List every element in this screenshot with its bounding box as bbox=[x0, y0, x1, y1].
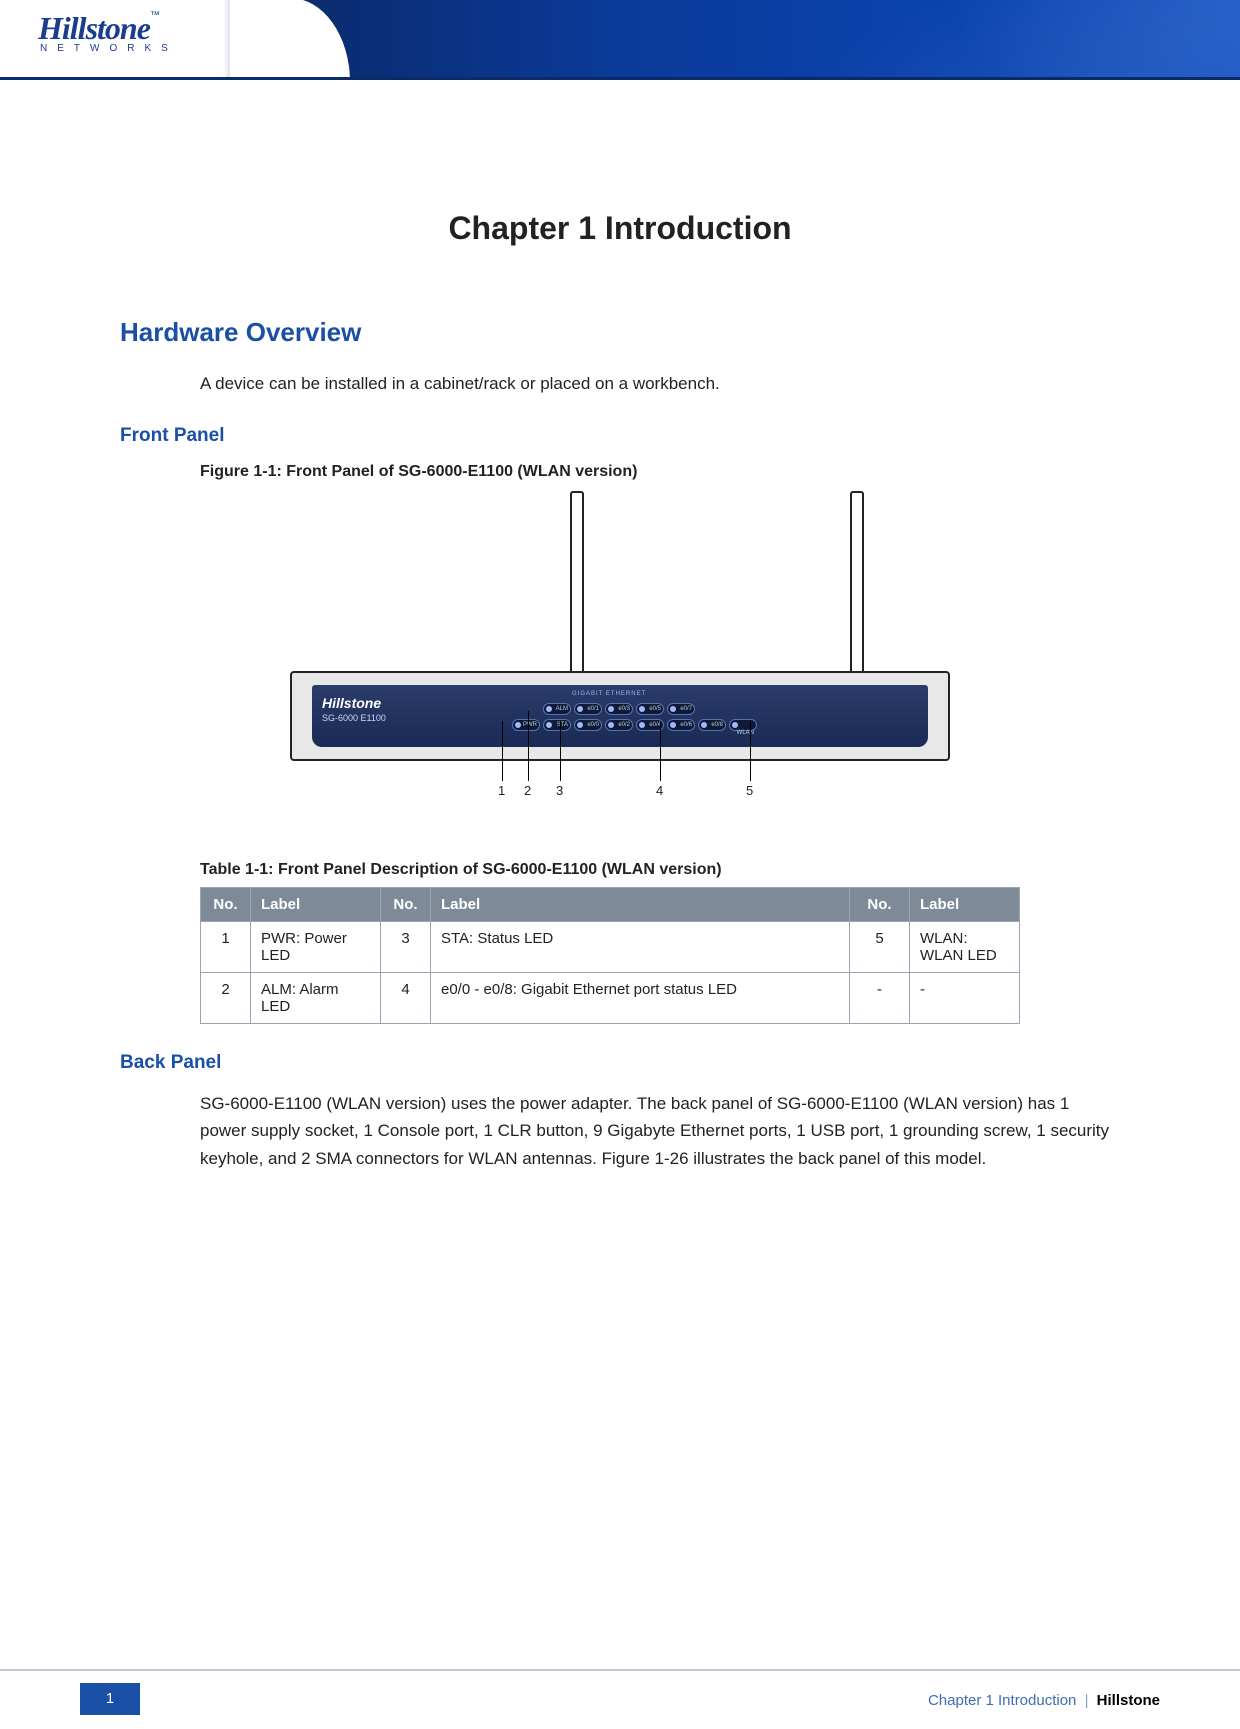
led-e08: e0/8 bbox=[698, 719, 726, 731]
cell: e0/0 - e0/8: Gigabit Ethernet port statu… bbox=[431, 973, 850, 1024]
callout-num-4: 4 bbox=[656, 783, 663, 798]
device-faceplate: Hillstone SG-6000 E1100 GIGABIT ETHERNET… bbox=[312, 685, 928, 747]
cell: - bbox=[910, 973, 1020, 1024]
callout-line-1 bbox=[502, 721, 503, 781]
table-header-row: No. Label No. Label No. Label bbox=[201, 888, 1020, 922]
th-label-2: Label bbox=[431, 888, 850, 922]
cell: 5 bbox=[850, 922, 910, 973]
callout-line-2 bbox=[528, 711, 529, 781]
page-number: 1 bbox=[80, 1683, 140, 1715]
th-no-3: No. bbox=[850, 888, 910, 922]
banner-curve-decor bbox=[230, 0, 350, 80]
logo-word: Hillstone bbox=[38, 10, 150, 46]
table-caption: Table 1-1: Front Panel Description of SG… bbox=[200, 861, 1120, 879]
header-banner: Hillstone™ NETWORKS bbox=[0, 0, 1240, 80]
device-brand: Hillstone bbox=[322, 695, 381, 711]
intro-paragraph: A device can be installed in a cabinet/r… bbox=[200, 370, 1120, 397]
cell: ALM: Alarm LED bbox=[251, 973, 381, 1024]
device-model: SG-6000 E1100 bbox=[322, 713, 386, 723]
callout-line-4 bbox=[660, 721, 661, 781]
logo-subtext: NETWORKS bbox=[38, 43, 238, 54]
antenna-right-icon bbox=[850, 491, 864, 681]
page-footer: 1 Chapter 1 Introduction | Hillstone bbox=[0, 1669, 1240, 1729]
led-e02: e0/2 bbox=[605, 719, 633, 731]
callout-num-1: 1 bbox=[498, 783, 505, 798]
table-row: 2 ALM: Alarm LED 4 e0/0 - e0/8: Gigabit … bbox=[201, 973, 1020, 1024]
cell: 3 bbox=[381, 922, 431, 973]
figure-caption: Figure 1-1: Front Panel of SG-6000-E1100… bbox=[200, 463, 1120, 481]
led-e05: e0/5 bbox=[636, 703, 664, 715]
cell: 4 bbox=[381, 973, 431, 1024]
led-sta: STA bbox=[543, 719, 571, 731]
device-figure: Hillstone SG-6000 E1100 GIGABIT ETHERNET… bbox=[270, 491, 970, 811]
front-panel-table: No. Label No. Label No. Label 1 PWR: Pow… bbox=[200, 887, 1020, 1024]
led-wlan: WLAN bbox=[729, 719, 757, 731]
led-e06: e0/6 bbox=[667, 719, 695, 731]
footer-brand: Hillstone bbox=[1097, 1692, 1160, 1709]
cell: STA: Status LED bbox=[431, 922, 850, 973]
led-row-top: ALM e0/1 e0/3 e0/5 e0/7 bbox=[512, 703, 695, 715]
callout-line-3 bbox=[560, 721, 561, 781]
led-row-bottom: PWR STA e0/0 e0/2 e0/4 e0/6 e0/8 WLAN bbox=[512, 719, 757, 731]
cell: WLAN: WLAN LED bbox=[910, 922, 1020, 973]
cell: PWR: Power LED bbox=[251, 922, 381, 973]
callout-line-5 bbox=[750, 721, 751, 781]
cell: - bbox=[850, 973, 910, 1024]
callout-num-2: 2 bbox=[524, 783, 531, 798]
heading-front-panel: Front Panel bbox=[120, 425, 1120, 447]
callout-num-5: 5 bbox=[746, 783, 753, 798]
banner-swirl-decor bbox=[540, 0, 1240, 80]
th-label-3: Label bbox=[910, 888, 1020, 922]
th-no-1: No. bbox=[201, 888, 251, 922]
logo-trademark: ™ bbox=[150, 10, 160, 21]
led-e01: e0/1 bbox=[574, 703, 602, 715]
th-no-2: No. bbox=[381, 888, 431, 922]
led-pwr: PWR bbox=[512, 719, 540, 731]
callout-num-3: 3 bbox=[556, 783, 563, 798]
led-e00: e0/0 bbox=[574, 719, 602, 731]
antenna-left-icon bbox=[570, 491, 584, 681]
footer-separator: | bbox=[1085, 1692, 1089, 1709]
led-alm: ALM bbox=[543, 703, 571, 715]
led-e07: e0/7 bbox=[667, 703, 695, 715]
table-row: 1 PWR: Power LED 3 STA: Status LED 5 WLA… bbox=[201, 922, 1020, 973]
device-chassis: Hillstone SG-6000 E1100 GIGABIT ETHERNET… bbox=[290, 671, 950, 761]
logo: Hillstone™ NETWORKS bbox=[38, 10, 238, 54]
footer-chapter: Chapter 1 Introduction bbox=[928, 1692, 1076, 1709]
heading-hardware-overview: Hardware Overview bbox=[120, 317, 1120, 348]
th-label-1: Label bbox=[251, 888, 381, 922]
back-panel-paragraph: SG-6000-E1100 (WLAN version) uses the po… bbox=[200, 1090, 1120, 1172]
led-group-header: GIGABIT ETHERNET bbox=[572, 691, 646, 697]
cell: 2 bbox=[201, 973, 251, 1024]
cell: 1 bbox=[201, 922, 251, 973]
page-content: Chapter 1 Introduction Hardware Overview… bbox=[0, 80, 1240, 1172]
chapter-title: Chapter 1 Introduction bbox=[120, 210, 1120, 247]
heading-back-panel: Back Panel bbox=[120, 1052, 1120, 1074]
footer-breadcrumb: Chapter 1 Introduction | Hillstone bbox=[928, 1692, 1160, 1709]
led-e03: e0/3 bbox=[605, 703, 633, 715]
